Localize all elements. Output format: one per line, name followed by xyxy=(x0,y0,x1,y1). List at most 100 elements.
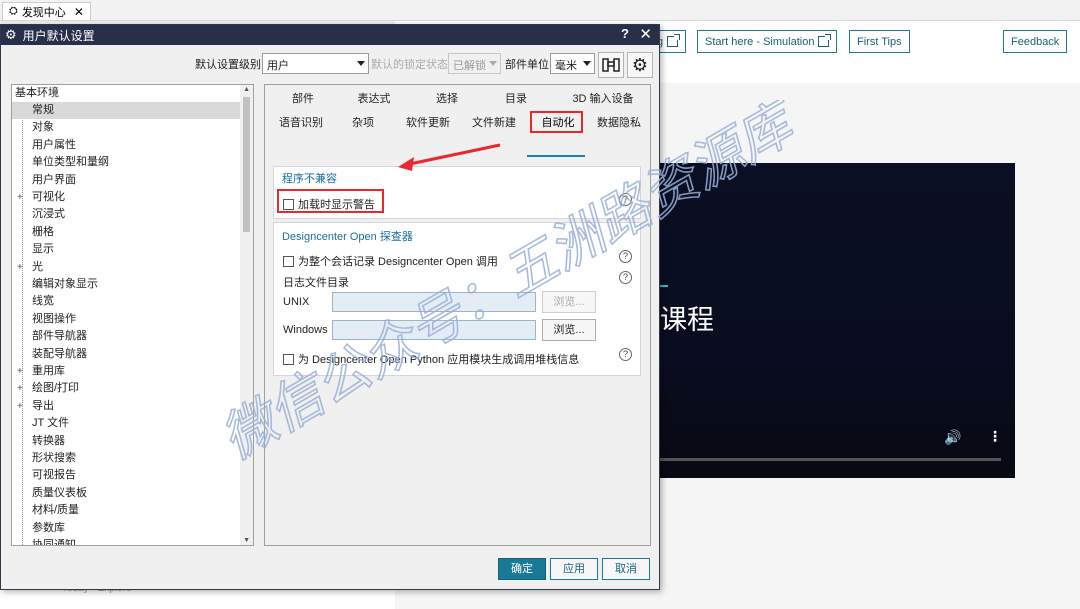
tree-item[interactable]: 视图操作 xyxy=(12,311,241,328)
chevron-down-icon xyxy=(489,61,497,66)
start-here-simulation-button[interactable]: Start here - Simulation xyxy=(697,30,838,53)
windows-browse-button[interactable]: 浏览... xyxy=(542,319,596,341)
tree-item[interactable]: 线宽 xyxy=(12,293,241,310)
tree-item[interactable]: 质量仪表板 xyxy=(12,485,241,502)
binoculars-search-button[interactable] xyxy=(598,52,624,78)
python-callstack-checkbox[interactable] xyxy=(283,353,294,365)
tree-item-root[interactable]: 基本环境 xyxy=(15,85,244,102)
ok-button[interactable]: 确定 xyxy=(498,558,546,580)
tree-item[interactable]: 形状搜索 xyxy=(12,450,241,467)
apply-button[interactable]: 应用 xyxy=(550,558,598,580)
tree-item[interactable]: 参数库 xyxy=(12,520,241,537)
more-options-icon[interactable]: ⋮ xyxy=(988,428,1002,445)
windows-path-input[interactable] xyxy=(332,320,536,340)
tree-item[interactable]: 部件导航器 xyxy=(12,328,241,345)
tree-item-label: 用户属性 xyxy=(32,138,76,151)
annotation-arrow-icon xyxy=(398,143,501,171)
help-icon[interactable]: ? xyxy=(621,26,629,41)
tree-item[interactable]: 对象 xyxy=(12,119,241,136)
designcenter-group-title: Designcenter Open 探查器 xyxy=(282,231,413,243)
tree-item[interactable]: 用户属性 xyxy=(12,137,241,154)
feedback-button[interactable]: Feedback xyxy=(1003,30,1068,53)
tree-item[interactable]: + 可视化 xyxy=(12,189,241,206)
help-icon[interactable]: ? xyxy=(619,193,632,206)
lock-state-select[interactable]: 已解锁 xyxy=(448,53,501,74)
expand-icon[interactable]: + xyxy=(17,189,23,206)
tab-expression[interactable]: 表达式 xyxy=(351,90,397,108)
dialog-titlebar[interactable]: ⚙ 用户默认设置 ? ✕ xyxy=(1,25,659,45)
tree-item-label: 可视化 xyxy=(32,191,65,203)
cancel-button[interactable]: 取消 xyxy=(602,558,650,580)
help-icon[interactable]: ? xyxy=(619,250,632,263)
chevron-down-icon xyxy=(583,61,591,66)
tree-item[interactable]: + 重用库 xyxy=(12,363,241,380)
settings-button[interactable]: ⚙ xyxy=(627,52,653,78)
tree-item[interactable]: 装配导航器 xyxy=(12,346,241,363)
binoculars-icon xyxy=(602,58,620,72)
first-tips-button[interactable]: First Tips xyxy=(849,30,910,53)
expand-icon[interactable]: + xyxy=(17,363,23,380)
tree-item[interactable]: 可视报告 xyxy=(12,467,241,484)
tree-scrollbar[interactable]: ▲ ▼ xyxy=(240,85,253,545)
unix-path-input[interactable] xyxy=(332,292,536,312)
tab-part[interactable]: 部件 xyxy=(283,90,323,108)
tree-item[interactable]: 编辑对象显示 xyxy=(12,276,241,293)
tree-item[interactable]: JT 文件 xyxy=(12,415,241,432)
chevron-down-icon xyxy=(357,61,365,66)
close-icon[interactable]: ✕ xyxy=(639,25,652,43)
tree-item-label: 形状搜索 xyxy=(32,452,76,464)
tree-scroll-thumb[interactable] xyxy=(243,97,250,232)
python-callstack-checkbox-row[interactable]: 为 Designcenter Open Python 应用模块生成调用堆栈信息 xyxy=(283,351,579,367)
tree-item[interactable]: + 导出 xyxy=(12,398,241,415)
tree-item-label: 协同通知 xyxy=(32,539,76,546)
tree-item[interactable]: 显示 xyxy=(12,241,241,258)
tab-software-update[interactable]: 软件更新 xyxy=(404,114,452,132)
tab-new-file[interactable]: 文件新建 xyxy=(470,114,518,132)
tab-misc[interactable]: 杂项 xyxy=(347,114,379,132)
tree-item[interactable]: 转换器 xyxy=(12,433,241,450)
settings-category-tree[interactable]: 基本环境 常规 对象 用户属性 单位类型和量纲 用户界面 + 可视化 沉浸式 栅格 显示 + 光编辑对… xyxy=(11,84,254,546)
scroll-down-icon[interactable]: ▼ xyxy=(243,537,250,544)
tree-item[interactable]: 常规 xyxy=(12,102,241,119)
gear-icon: ⚙ xyxy=(631,54,649,75)
log-session-checkbox-row[interactable]: 为整个会话记录 Designcenter Open 调用 xyxy=(283,253,498,269)
tree-item-label: 基本环境 xyxy=(15,87,59,99)
tree-item-label: 编辑对象显示 xyxy=(32,278,98,290)
tab-discover-center[interactable]: ⛭ 发现中心 ✕ xyxy=(2,2,91,20)
tree-item[interactable]: 协同通知 xyxy=(12,537,241,546)
tree-item[interactable]: 单位类型和量纲 xyxy=(12,154,241,171)
gear-icon: ⚙ xyxy=(5,27,17,42)
tree-item[interactable]: 用户界面 xyxy=(12,172,241,189)
tree-item-label: 沉浸式 xyxy=(32,208,65,221)
windows-label: Windows xyxy=(283,324,328,336)
external-link-icon xyxy=(818,34,832,47)
tab-selection[interactable]: 选择 xyxy=(429,90,465,108)
video-progress-bar[interactable] xyxy=(660,458,1001,461)
tree-item-label: JT 文件 xyxy=(32,417,70,430)
help-icon[interactable]: ? xyxy=(619,271,632,284)
lock-state-label: 默认的锁定状态 xyxy=(371,59,448,71)
tree-item[interactable]: + 绘图/打印 xyxy=(12,380,241,397)
close-tab-icon[interactable]: ✕ xyxy=(74,5,84,19)
scroll-up-icon[interactable]: ▲ xyxy=(243,86,250,93)
volume-icon[interactable]: 🔊 xyxy=(944,429,961,446)
link-label: First Tips xyxy=(857,35,902,48)
tab-voice-recognition[interactable]: 语音识别 xyxy=(277,114,325,132)
video-title: 课程 xyxy=(660,305,714,336)
level-select[interactable]: 用户 xyxy=(262,53,369,74)
tab-data-privacy[interactable]: 数据隐私 xyxy=(595,114,643,132)
tree-item[interactable]: 沉浸式 xyxy=(12,206,241,223)
tab-directory[interactable]: 目录 xyxy=(498,90,534,108)
part-unit-select[interactable]: 毫米 xyxy=(550,53,595,74)
tree-item[interactable]: + 光 xyxy=(12,259,241,276)
help-icon[interactable]: ? xyxy=(619,348,632,361)
tree-item[interactable]: 材料/质量 xyxy=(12,502,241,519)
tab-3d-input-device[interactable]: 3D 输入设备 xyxy=(570,90,636,108)
expand-icon[interactable]: + xyxy=(17,259,23,276)
tree-item-label: 部件导航器 xyxy=(32,330,87,343)
expand-icon[interactable]: + xyxy=(17,398,23,415)
tree-item[interactable]: 栅格 xyxy=(12,224,241,241)
log-session-checkbox[interactable] xyxy=(283,255,294,267)
unix-browse-button[interactable]: 浏览... xyxy=(542,291,596,313)
expand-icon[interactable]: + xyxy=(17,380,23,397)
